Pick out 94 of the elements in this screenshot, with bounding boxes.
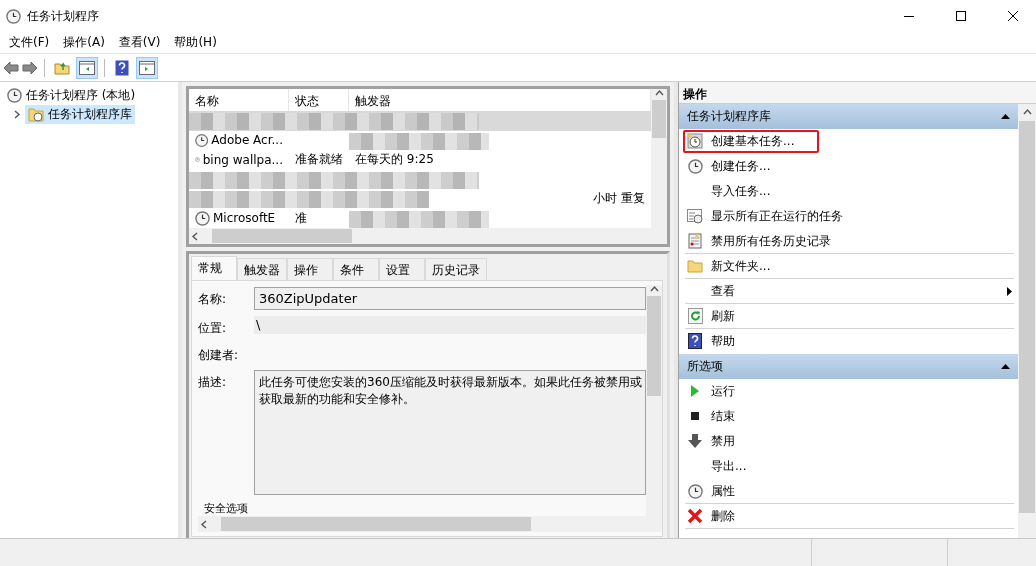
clock-icon <box>687 158 703 174</box>
tree-item[interactable]: 任务计划程序库 <box>25 105 135 124</box>
detail-tab[interactable]: 条件 <box>333 258 379 280</box>
menu-item[interactable]: 文件(F) <box>2 32 57 53</box>
app-clock-icon <box>6 8 21 24</box>
action-pane-button[interactable] <box>136 56 158 79</box>
scroll-left-icon[interactable] <box>200 519 209 529</box>
scroll-up-icon[interactable] <box>1022 108 1032 117</box>
scrollbar-thumb[interactable] <box>212 229 352 243</box>
notebook-icon <box>687 233 703 249</box>
action-item[interactable]: 结束 <box>685 404 1014 429</box>
arrow-down-icon <box>688 434 702 448</box>
action-item[interactable]: 查看 <box>685 279 1014 304</box>
group-label: 安全选项 <box>203 501 249 516</box>
task-trigger: 在每天的 9:25 <box>355 151 434 169</box>
task-name: MicrosoftE <box>213 211 276 226</box>
task-row[interactable]: Adobe Acr... <box>189 130 651 150</box>
scroll-up-icon[interactable] <box>649 285 659 294</box>
action-item[interactable]: 创建基本任务... <box>685 129 1014 154</box>
task-status: 准 <box>295 209 307 227</box>
folder-icon <box>687 259 703 273</box>
action-item[interactable]: 新文件夹... <box>685 254 1014 279</box>
clock-icon <box>687 483 703 499</box>
refresh-icon <box>687 308 703 324</box>
caret-up-icon <box>1001 114 1010 119</box>
folder-clock-icon <box>28 107 44 122</box>
vertical-scrollbar[interactable] <box>651 89 667 228</box>
description-field[interactable]: 此任务可使您安装的360压缩能及时获得最新版本。如果此任务被禁用或 获取最新的功能和安全修补。 <box>254 370 646 495</box>
task-row[interactable]: 小时 重复 <box>189 189 651 209</box>
delete-icon <box>687 508 703 524</box>
stop-icon <box>691 412 699 420</box>
menu-item[interactable]: 帮助(H) <box>167 32 224 53</box>
scrollbar-thumb[interactable] <box>647 296 661 396</box>
clock-icon <box>195 210 210 226</box>
action-item[interactable]: 禁用 <box>685 429 1014 454</box>
maximize-icon <box>956 11 966 21</box>
action-item[interactable]: 禁用所有任务历史记录 <box>685 229 1014 254</box>
scrollbar-thumb[interactable] <box>221 517 531 531</box>
detail-tab[interactable]: 常规 <box>191 256 237 280</box>
vertical-scrollbar[interactable] <box>646 285 662 516</box>
vertical-scrollbar[interactable] <box>1018 104 1036 538</box>
menu-item[interactable]: 查看(V) <box>111 32 168 53</box>
detail-tab[interactable]: 触发器 <box>237 258 287 280</box>
horizontal-scrollbar[interactable] <box>189 228 651 244</box>
chevron-right-icon[interactable] <box>12 109 21 119</box>
list-clock-icon <box>687 208 703 224</box>
scroll-up-icon[interactable] <box>654 89 664 98</box>
task-row[interactable]: bing wallpa... 准备就绪 在每天的 9:25 <box>189 150 651 170</box>
action-item[interactable]: 删除 <box>685 504 1014 529</box>
task-name: bing wallpa... <box>202 152 283 167</box>
console-tree-button[interactable] <box>76 56 98 79</box>
scroll-left-icon[interactable] <box>191 231 200 241</box>
section-header[interactable]: 所选项 <box>679 354 1018 379</box>
field-label: 描述: <box>198 374 228 391</box>
detail-tab[interactable]: 设置 <box>379 258 425 280</box>
field-label: 创建者: <box>198 347 240 364</box>
caret-up-icon <box>1001 364 1010 369</box>
action-item[interactable]: 帮助 <box>685 329 1014 354</box>
task-status: 准备就绪 <box>295 151 343 169</box>
field-label: 位置: <box>198 320 228 337</box>
action-item[interactable]: 导出... <box>685 454 1014 479</box>
action-item[interactable]: 运行 <box>685 379 1014 404</box>
task-row[interactable]: MicrosoftE 准 <box>189 208 651 228</box>
action-item[interactable]: 刷新 <box>685 304 1014 329</box>
clock-icon <box>7 88 22 103</box>
submenu-arrow-icon <box>1007 286 1012 296</box>
action-item[interactable]: 属性 <box>685 479 1014 504</box>
pane-title: 操作 <box>679 82 1036 104</box>
menu-item[interactable]: 操作(A) <box>56 32 112 53</box>
scrollbar-thumb[interactable] <box>1019 121 1035 513</box>
action-item[interactable]: 显示所有正在运行的任务 <box>685 204 1014 229</box>
task-row[interactable] <box>189 111 651 131</box>
location-field: \ <box>254 316 646 334</box>
play-icon <box>690 384 700 398</box>
tree-item[interactable]: 任务计划程序 (本地) <box>4 86 139 105</box>
detail-tab[interactable]: 历史记录 <box>425 258 487 280</box>
task-name: Adobe Acr... <box>211 133 283 148</box>
clock-icon <box>687 133 703 149</box>
task-trigger: 小时 重复 <box>593 190 645 208</box>
back-arrow-icon[interactable] <box>3 60 19 75</box>
action-item[interactable]: 导入任务... <box>685 179 1014 204</box>
detail-tab[interactable]: 操作 <box>287 258 333 280</box>
window-title: 任务计划程序 <box>27 7 100 25</box>
action-item[interactable]: 创建任务... <box>685 154 1014 179</box>
field-label: 名称: <box>198 291 228 308</box>
scrollbar-thumb[interactable] <box>652 100 666 138</box>
minimize-icon <box>904 15 914 17</box>
forward-arrow-icon[interactable] <box>22 60 38 75</box>
help-icon <box>688 333 702 349</box>
clock-icon <box>195 132 209 148</box>
horizontal-scrollbar[interactable] <box>198 516 646 532</box>
close-icon <box>1008 11 1018 21</box>
section-header[interactable]: 任务计划程序库 <box>679 104 1018 129</box>
name-field[interactable]: 360ZipUpdater <box>254 287 646 310</box>
